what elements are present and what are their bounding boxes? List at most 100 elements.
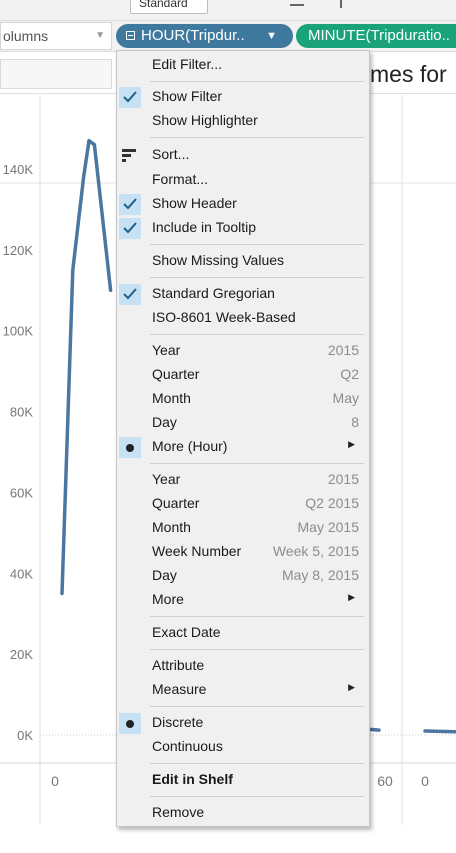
menu-item-sort[interactable]: Sort... <box>117 143 369 167</box>
menu-item-label: Quarter <box>152 366 200 382</box>
menu-separator <box>150 463 364 464</box>
hour-pill[interactable]: HOUR(Tripdur.. ▼ <box>116 24 293 48</box>
menu-item-label: Attribute <box>152 657 205 673</box>
menu-item-show-filter[interactable]: Show Filter <box>117 85 369 109</box>
chevron-down-icon[interactable]: ▼ <box>95 23 105 49</box>
menu-item-label: Exact Date <box>152 624 221 640</box>
y-tick-label: 0K <box>17 728 33 743</box>
menu-item-measure[interactable]: Measure ▶ <box>117 678 369 702</box>
menu-item-label: Edit in Shelf <box>152 771 233 787</box>
y-tick-label: 120K <box>3 243 34 258</box>
menu-item-show-highlighter[interactable]: Show Highlighter <box>117 109 369 133</box>
submenu-arrow-icon: ▶ <box>348 682 355 692</box>
menu-item-show-missing[interactable]: Show Missing Values <box>117 249 369 273</box>
pill-context-menu: Edit Filter... Show Filter Show Highligh… <box>116 50 370 827</box>
view-title: mes for <box>370 61 447 87</box>
radio-bullet-icon <box>119 437 141 458</box>
menu-item-more[interactable]: More ▶ <box>117 588 369 612</box>
menu-item-label: Show Header <box>152 195 237 211</box>
menu-item-quarter-part[interactable]: Quarter Q2 <box>117 363 369 387</box>
menu-item-label: Show Filter <box>152 88 223 104</box>
x-tick-label: 60 <box>377 773 393 789</box>
menu-separator <box>150 796 364 797</box>
y-tick-label: 80K <box>10 405 33 420</box>
menu-item-value: Week 5, 2015 <box>272 543 359 559</box>
menu-item-attribute[interactable]: Attribute <box>117 654 369 678</box>
menu-item-show-header[interactable]: Show Header <box>117 192 369 216</box>
menu-item-label: Quarter <box>152 495 200 511</box>
columns-label-text: olumns <box>3 28 49 44</box>
menu-item-label: Month <box>152 519 191 535</box>
menu-item-format[interactable]: Format... <box>117 168 369 192</box>
menu-item-day-part[interactable]: Day 8 <box>117 411 369 435</box>
menu-item-year-part[interactable]: Year 2015 <box>117 339 369 363</box>
menu-item-label: Measure <box>152 681 207 697</box>
sort-icon <box>122 149 136 162</box>
checkmark-icon <box>119 284 141 305</box>
menu-item-label: Sort... <box>152 146 190 162</box>
menu-item-label: ISO-8601 Week-Based <box>152 309 296 325</box>
menu-item-iso-week[interactable]: ISO-8601 Week-Based <box>117 306 369 330</box>
menu-item-label: Month <box>152 390 191 406</box>
menu-item-label: Year <box>152 471 181 487</box>
menu-item-label: Year <box>152 342 181 358</box>
menu-item-month-part[interactable]: Month May <box>117 387 369 411</box>
collapse-icon[interactable] <box>126 31 135 40</box>
menu-item-discrete[interactable]: Discrete <box>117 711 369 735</box>
y-tick-label: 20K <box>10 647 33 662</box>
menu-item-day-value[interactable]: Day May 8, 2015 <box>117 564 369 588</box>
menu-item-remove[interactable]: Remove <box>117 801 369 825</box>
menu-item-label: More <box>152 591 184 607</box>
menu-item-value: May 8, 2015 <box>281 567 359 583</box>
toolbar: Standard <box>0 0 456 20</box>
menu-item-standard-gregorian[interactable]: Standard Gregorian <box>117 282 369 306</box>
menu-separator <box>150 334 364 335</box>
menu-item-edit-filter[interactable]: Edit Filter... <box>117 53 369 77</box>
toolbar-icon[interactable] <box>290 0 304 6</box>
submenu-arrow-icon: ▶ <box>348 439 355 449</box>
menu-item-value: 2015 <box>327 342 359 358</box>
toolbar-icon[interactable] <box>340 0 342 8</box>
menu-item-label: Discrete <box>152 714 204 730</box>
menu-separator <box>150 706 364 707</box>
row-header-area <box>0 59 112 89</box>
menu-item-label: Week Number <box>152 543 242 559</box>
menu-item-label: Show Missing Values <box>152 252 285 268</box>
menu-item-label: Standard Gregorian <box>152 285 275 301</box>
menu-item-label: Edit Filter... <box>152 56 223 72</box>
menu-item-month-value[interactable]: Month May 2015 <box>117 516 369 540</box>
menu-separator <box>150 649 364 650</box>
minute-pill[interactable]: MINUTE(Tripduratio.. <box>296 24 456 48</box>
menu-item-label: Day <box>152 414 177 430</box>
menu-item-week-number[interactable]: Week Number Week 5, 2015 <box>117 540 369 564</box>
y-tick-label: 60K <box>10 485 33 500</box>
menu-separator <box>150 81 364 82</box>
menu-item-edit-in-shelf[interactable]: Edit in Shelf <box>117 768 369 792</box>
menu-item-quarter-value[interactable]: Quarter Q2 2015 <box>117 492 369 516</box>
menu-item-continuous[interactable]: Continuous <box>117 735 369 759</box>
menu-item-more-hour[interactable]: More (Hour) ▶ <box>117 435 369 459</box>
menu-item-year-value[interactable]: Year 2015 <box>117 468 369 492</box>
submenu-arrow-icon: ▶ <box>348 592 355 602</box>
series-line <box>60 138 113 596</box>
menu-item-label: More (Hour) <box>152 438 228 454</box>
menu-item-label: Include in Tooltip <box>152 219 257 235</box>
y-tick-label: 140K <box>3 162 34 177</box>
menu-item-value: May <box>332 390 359 406</box>
columns-shelf: olumns ▼ HOUR(Tripdur.. ▼ MINUTE(Tripdur… <box>0 20 456 52</box>
menu-item-label: Remove <box>152 804 205 820</box>
menu-item-value: Q2 2015 <box>305 495 359 511</box>
checkmark-icon <box>119 87 141 108</box>
menu-item-label: Format... <box>152 171 209 187</box>
menu-item-value: 8 <box>351 414 359 430</box>
mark-size-dropdown[interactable]: Standard <box>130 0 208 14</box>
checkmark-icon <box>119 194 141 215</box>
y-tick-label: 40K <box>10 566 33 581</box>
menu-item-include-tooltip[interactable]: Include in Tooltip <box>117 216 369 240</box>
radio-bullet-icon <box>119 713 141 734</box>
chevron-down-icon[interactable]: ▼ <box>266 24 277 48</box>
menu-separator <box>150 763 364 764</box>
menu-item-value: 2015 <box>327 471 359 487</box>
menu-item-exact-date[interactable]: Exact Date <box>117 621 369 645</box>
menu-item-label: Show Highlighter <box>152 112 258 128</box>
